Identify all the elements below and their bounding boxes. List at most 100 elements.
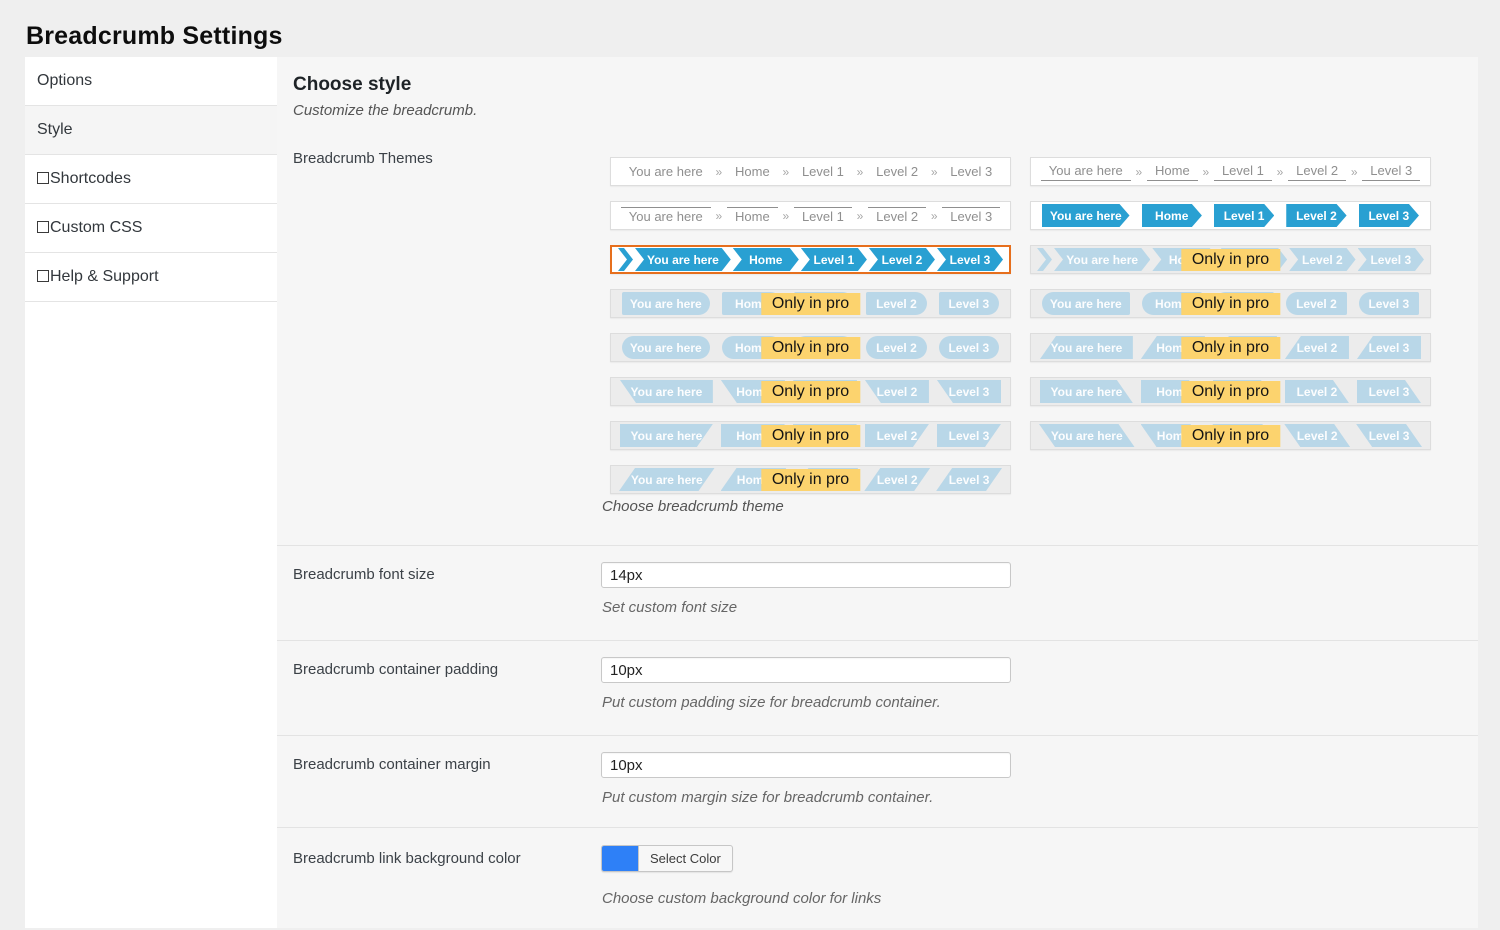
crumb-separator: » bbox=[1136, 165, 1143, 179]
crumb-tag: Level 1 bbox=[801, 248, 867, 271]
crumb: Level 2 bbox=[876, 164, 918, 179]
crumb: Level 1 bbox=[1214, 163, 1272, 181]
theme-option-round-left[interactable]: You are hereHomeLevel 1Level 2Level 3Onl… bbox=[1030, 289, 1431, 318]
field-caption: Choose custom background color for links bbox=[602, 890, 881, 907]
crumb-tag: You are here bbox=[1042, 204, 1130, 227]
pro-badge: Only in pro bbox=[761, 337, 860, 359]
crumb: Home bbox=[1147, 163, 1198, 181]
container-margin-input[interactable] bbox=[601, 752, 1011, 778]
crumb-tag: Level 2 bbox=[865, 380, 929, 403]
sidebar-item-shortcodes[interactable]: Shortcodes bbox=[25, 155, 277, 204]
section-subheading: Customize the breadcrumb. bbox=[293, 102, 477, 119]
theme-option-slant-right[interactable]: You are hereHomeLevel 1Level 2Level 3Onl… bbox=[610, 421, 1011, 450]
crumb-separator: » bbox=[1202, 165, 1209, 179]
crumb-separator: » bbox=[1277, 165, 1284, 179]
sidebar-item-style[interactable]: Style bbox=[25, 106, 277, 155]
theme-col-left: You are here » Home » Level 1 » Level 2 » Level … bbox=[610, 157, 1011, 494]
crumb: Home bbox=[735, 164, 770, 179]
field-caption: Put custom padding size for breadcrumb c… bbox=[602, 694, 941, 711]
crumb-tag: Level 3 bbox=[939, 292, 999, 315]
page-title: Breadcrumb Settings bbox=[26, 22, 283, 51]
crumb: You are here bbox=[629, 164, 703, 179]
field-label: Breadcrumb font size bbox=[293, 566, 435, 583]
crumb-tag: Level 3 bbox=[937, 424, 1001, 447]
crumb-tag: Level 3 bbox=[939, 336, 999, 359]
crumb-tag: Level 3 bbox=[936, 468, 1002, 491]
sidebar-item-options[interactable]: Options bbox=[25, 57, 277, 106]
theme-option-parallelogram[interactable]: You are hereHomeLevel 1Level 2Level 3Onl… bbox=[610, 465, 1011, 494]
theme-col-right: You are here » Home » Level 1 » Level 2 » Level … bbox=[1030, 157, 1431, 450]
sidebar-item-label: Options bbox=[37, 72, 92, 89]
container-padding-input[interactable] bbox=[601, 657, 1011, 683]
shortcodes-icon bbox=[37, 172, 49, 184]
crumb-tag: You are here bbox=[635, 248, 731, 271]
pro-badge: Only in pro bbox=[1181, 425, 1280, 447]
crumb: Level 3 bbox=[1362, 163, 1420, 181]
crumb-tag: Level 2 bbox=[1284, 424, 1350, 447]
theme-option-plain[interactable]: You are here»Home»Level 1»Level 2»Level … bbox=[610, 157, 1011, 186]
field-caption: Put custom margin size for breadcrumb co… bbox=[602, 789, 933, 806]
pro-badge: Only in pro bbox=[761, 425, 860, 447]
theme-option-underline[interactable]: You are here»Home»Level 1»Level 2»Level … bbox=[1030, 157, 1431, 186]
help-support-icon bbox=[37, 270, 49, 282]
theme-option-chevron[interactable]: You are hereHomeLevel 1Level 2Level 3Onl… bbox=[1030, 245, 1431, 274]
crumb-separator: » bbox=[857, 165, 864, 179]
lead-arrow-icon bbox=[1037, 248, 1052, 271]
crumb-tag: Level 2 bbox=[866, 292, 926, 315]
theme-option-wedge-right[interactable]: You are hereHomeLevel 1Level 2Level 3Onl… bbox=[1030, 377, 1431, 406]
theme-option-arrow[interactable]: You are hereHomeLevel 1Level 2Level 3 bbox=[1030, 201, 1431, 230]
font-size-input[interactable] bbox=[601, 562, 1011, 588]
sidebar-item-label: Shortcodes bbox=[50, 170, 131, 187]
crumb-tag: Level 3 bbox=[937, 248, 1003, 271]
breadcrumb-themes-label: Breadcrumb Themes bbox=[293, 150, 433, 167]
lead-arrow-icon bbox=[618, 248, 633, 271]
theme-option-chevron[interactable]: You are hereHomeLevel 1Level 2Level 3 bbox=[610, 245, 1011, 274]
crumb-separator: » bbox=[1351, 165, 1358, 179]
crumb-tag: Level 3 bbox=[1356, 424, 1422, 447]
crumb-tag: Level 3 bbox=[937, 380, 1001, 403]
crumb: Level 3 bbox=[950, 164, 992, 179]
field-label: Breadcrumb container padding bbox=[293, 661, 498, 678]
crumb-tag: Level 2 bbox=[869, 248, 935, 271]
crumb-tag: Level 3 bbox=[1359, 204, 1419, 227]
crumb-separator: » bbox=[931, 165, 938, 179]
crumb-separator: » bbox=[857, 209, 864, 223]
crumb-tag: Home bbox=[733, 248, 799, 271]
select-color-label: Select Color bbox=[639, 846, 732, 871]
crumb-tag: Level 2 bbox=[1286, 292, 1346, 315]
crumb-tag: Level 2 bbox=[1285, 380, 1349, 403]
crumb-tag: Level 2 bbox=[1285, 336, 1349, 359]
field-label: Breadcrumb container margin bbox=[293, 756, 491, 773]
theme-option-wedge-left[interactable]: You are hereHomeLevel 1Level 2Level 3Onl… bbox=[1030, 333, 1431, 362]
crumb-tag: You are here bbox=[620, 424, 713, 447]
theme-option-pill[interactable]: You are hereHomeLevel 1Level 2Level 3Onl… bbox=[610, 333, 1011, 362]
crumb-tag: Level 2 bbox=[866, 336, 926, 359]
sidebar-item-help-support[interactable]: Help & Support bbox=[25, 253, 277, 302]
crumb-separator: » bbox=[931, 209, 938, 223]
custom-css-icon bbox=[37, 221, 49, 233]
theme-option-overline[interactable]: You are here»Home»Level 1»Level 2»Level … bbox=[610, 201, 1011, 230]
sidebar-item-label: Custom CSS bbox=[50, 219, 142, 236]
crumb: Home bbox=[727, 207, 778, 224]
pro-badge: Only in pro bbox=[761, 293, 860, 315]
sidebar: Options Style Shortcodes Custom CSS Help… bbox=[25, 57, 277, 928]
crumb: You are here bbox=[621, 207, 711, 224]
section-heading: Choose style bbox=[293, 74, 411, 96]
crumb-tag: You are here bbox=[1042, 292, 1130, 315]
theme-option-parallelogram-alt[interactable]: You are hereHomeLevel 1Level 2Level 3Onl… bbox=[1030, 421, 1431, 450]
crumb-tag: Level 3 bbox=[1357, 336, 1421, 359]
crumb-tag: Home bbox=[1142, 204, 1202, 227]
crumb: Level 3 bbox=[942, 207, 1000, 224]
themes-caption: Choose breadcrumb theme bbox=[602, 498, 784, 515]
crumb-tag: Level 3 bbox=[1359, 292, 1419, 315]
field-font-size: Breadcrumb font size Set custom font siz… bbox=[277, 545, 1478, 640]
pro-badge: Only in pro bbox=[1181, 381, 1280, 403]
pro-badge: Only in pro bbox=[1181, 293, 1280, 315]
main-panel: Choose style Customize the breadcrumb. B… bbox=[277, 57, 1478, 928]
select-color-button[interactable]: Select Color bbox=[601, 845, 733, 872]
field-link-background-color: Breadcrumb link background color Select … bbox=[277, 827, 1478, 928]
crumb-tag: You are here bbox=[1039, 424, 1135, 447]
sidebar-item-custom-css[interactable]: Custom CSS bbox=[25, 204, 277, 253]
theme-option-round-right[interactable]: You are hereHomeLevel 1Level 2Level 3Onl… bbox=[610, 289, 1011, 318]
theme-option-slant-left[interactable]: You are hereHomeLevel 1Level 2Level 3Onl… bbox=[610, 377, 1011, 406]
